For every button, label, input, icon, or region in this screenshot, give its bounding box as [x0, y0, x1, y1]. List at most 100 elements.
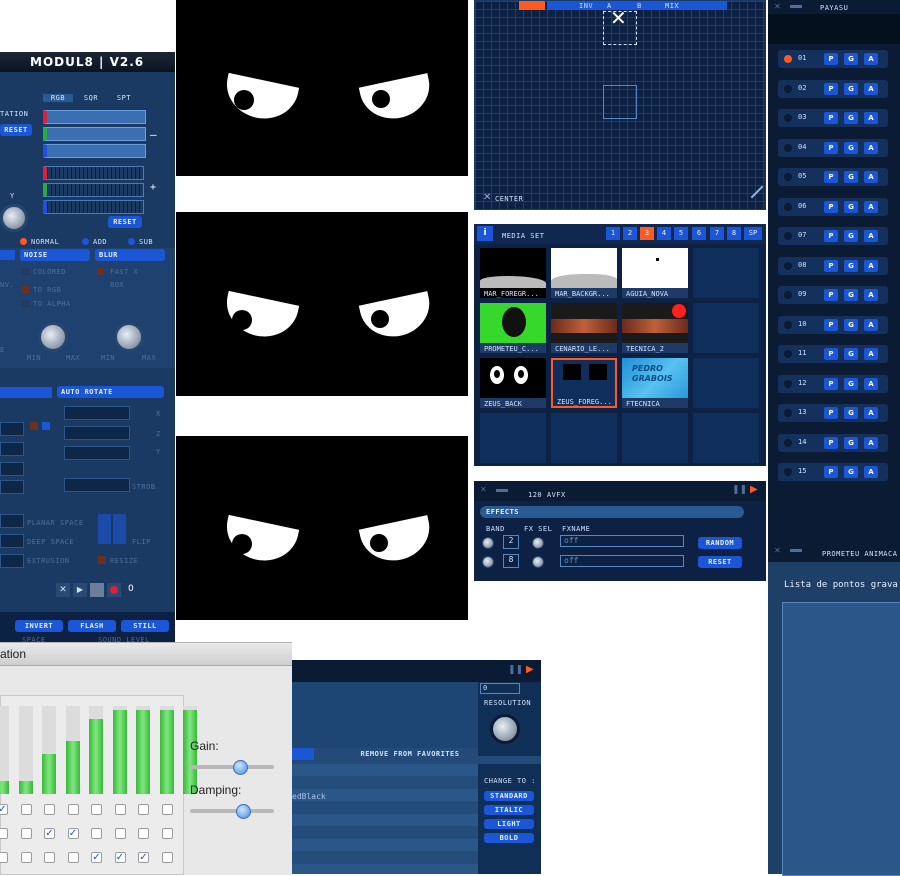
- red-slider[interactable]: [43, 110, 146, 124]
- band-checkbox[interactable]: [114, 804, 126, 815]
- cue-g-button[interactable]: G: [844, 348, 858, 360]
- cue-g-button[interactable]: G: [844, 171, 858, 183]
- pause-icon[interactable]: ❚❚: [732, 485, 747, 495]
- position-grid[interactable]: INV A B MIX ✕ ✕ CENTER: [474, 0, 766, 210]
- minus-icon[interactable]: –: [150, 128, 157, 141]
- band-checkbox[interactable]: [67, 852, 79, 863]
- cue-status-icon[interactable]: [784, 261, 792, 270]
- minimize-icon[interactable]: [496, 489, 508, 492]
- blue-slider[interactable]: [43, 144, 146, 158]
- band-checkbox[interactable]: [161, 804, 173, 815]
- cue-row[interactable]: 11 P G A: [778, 345, 888, 363]
- cue-g-button[interactable]: G: [844, 82, 858, 95]
- auto-rotate-x-field[interactable]: [64, 406, 130, 420]
- cue-g-button[interactable]: G: [844, 259, 858, 272]
- style-standard-button[interactable]: STANDARD: [484, 791, 534, 801]
- band-field-2[interactable]: 8: [503, 554, 519, 568]
- cue-p-button[interactable]: P: [824, 53, 838, 65]
- blend-add[interactable]: ADD: [93, 238, 107, 246]
- tab-inv[interactable]: INV: [579, 2, 593, 10]
- cue-row[interactable]: 14 P G A: [778, 433, 888, 452]
- tab-b[interactable]: B: [637, 2, 642, 10]
- band-checkbox[interactable]: [138, 804, 149, 815]
- minimize-icon[interactable]: [790, 549, 802, 552]
- media-tab-6[interactable]: 6: [692, 227, 706, 240]
- fx-sel-knob-1[interactable]: [532, 537, 544, 549]
- close-icon[interactable]: ✕: [56, 583, 70, 597]
- rotate-field-3[interactable]: [0, 462, 24, 476]
- media-thumb-empty-4[interactable]: [480, 413, 546, 463]
- media-thumb-9[interactable]: PEDRO GRABOIS FTECNICA: [622, 358, 688, 408]
- rotate-field-2[interactable]: [0, 442, 24, 456]
- flip-grid-icon[interactable]: [98, 514, 128, 544]
- style-light-button[interactable]: LIGHT: [484, 819, 534, 829]
- band-checkbox[interactable]: [161, 852, 173, 863]
- pause-icon[interactable]: ❚❚: [508, 665, 523, 675]
- damping-slider-thumb[interactable]: [236, 804, 252, 819]
- band-checkbox-checked[interactable]: ✓: [138, 852, 149, 863]
- stop-icon[interactable]: [90, 583, 104, 597]
- crosshair-icon[interactable]: ✕: [603, 8, 637, 45]
- invert-button[interactable]: INVERT: [15, 620, 63, 632]
- resize-handle-icon[interactable]: [750, 185, 764, 199]
- rotate-toggle-icon[interactable]: [42, 422, 50, 430]
- cue-row[interactable]: 06 P G A: [778, 197, 888, 216]
- media-tab-1[interactable]: 1: [606, 227, 620, 240]
- cue-status-icon[interactable]: [784, 350, 792, 358]
- cue-status-icon[interactable]: [784, 232, 792, 240]
- media-tab-2[interactable]: 2: [623, 227, 637, 240]
- band-checkbox[interactable]: [20, 828, 32, 839]
- media-tab-8[interactable]: 8: [727, 227, 741, 240]
- cue-a-button[interactable]: A: [864, 377, 878, 390]
- record-button[interactable]: [107, 583, 121, 597]
- cue-row[interactable]: 04 P G A: [778, 138, 888, 157]
- radio-normal-icon[interactable]: [20, 238, 27, 245]
- cue-a-button[interactable]: A: [864, 348, 878, 360]
- cue-status-icon[interactable]: [784, 468, 792, 476]
- cue-g-button[interactable]: G: [844, 53, 858, 65]
- cue-a-button[interactable]: A: [864, 289, 878, 301]
- cue-g-button[interactable]: G: [844, 466, 858, 478]
- band-field-1[interactable]: 2: [503, 535, 519, 549]
- damping-slider[interactable]: [190, 804, 274, 819]
- cue-p-button[interactable]: P: [824, 141, 838, 154]
- media-thumb-empty-6[interactable]: [622, 413, 688, 463]
- cue-p-button[interactable]: P: [824, 82, 838, 95]
- media-thumb-2[interactable]: MAR_BACKGR...: [551, 248, 617, 298]
- flash-button[interactable]: FLASH: [68, 620, 116, 632]
- auto-rotate-y-field[interactable]: [64, 446, 130, 460]
- reset-rotation-button[interactable]: RESET: [0, 124, 32, 136]
- media-tab-sp[interactable]: SP: [744, 227, 762, 240]
- points-list[interactable]: [782, 602, 900, 876]
- gain-slider-thumb[interactable]: [232, 760, 248, 775]
- media-thumb-empty-1[interactable]: [693, 248, 759, 298]
- band-checkbox[interactable]: [20, 804, 32, 815]
- font-list-item[interactable]: edBlack: [292, 792, 326, 801]
- tab-rgb[interactable]: RGB: [43, 94, 73, 102]
- planar-space-field[interactable]: [0, 514, 24, 528]
- blue-range[interactable]: [43, 200, 144, 214]
- reset-fx-button[interactable]: RESET: [698, 556, 742, 568]
- band-checkbox-checked[interactable]: ✓: [44, 828, 55, 839]
- blur-header[interactable]: BLUR: [95, 249, 165, 261]
- cue-p-button[interactable]: P: [824, 112, 838, 124]
- cue-p-button[interactable]: P: [824, 200, 838, 213]
- blend-normal[interactable]: NORMAL: [31, 238, 59, 246]
- text-preview-area[interactable]: [292, 682, 478, 748]
- band-checkbox-checked[interactable]: ✓: [67, 828, 79, 839]
- close-icon[interactable]: ✕: [774, 546, 781, 555]
- cue-p-button[interactable]: P: [824, 436, 838, 449]
- cue-g-button[interactable]: G: [844, 289, 858, 301]
- cue-a-button[interactable]: A: [864, 112, 878, 124]
- rotate-field-4[interactable]: [0, 480, 24, 494]
- play-icon[interactable]: ▶: [526, 664, 534, 675]
- green-range[interactable]: [43, 183, 144, 197]
- cue-p-button[interactable]: P: [824, 466, 838, 478]
- auto-rotate-z-field[interactable]: [64, 426, 130, 440]
- cue-row[interactable]: 03 P G A: [778, 109, 888, 127]
- band-checkbox[interactable]: [91, 804, 102, 815]
- cue-status-icon[interactable]: [784, 379, 792, 388]
- cue-row[interactable]: 10 P G A: [778, 315, 888, 334]
- cue-a-button[interactable]: A: [864, 230, 878, 242]
- close-icon[interactable]: ✕: [774, 2, 781, 11]
